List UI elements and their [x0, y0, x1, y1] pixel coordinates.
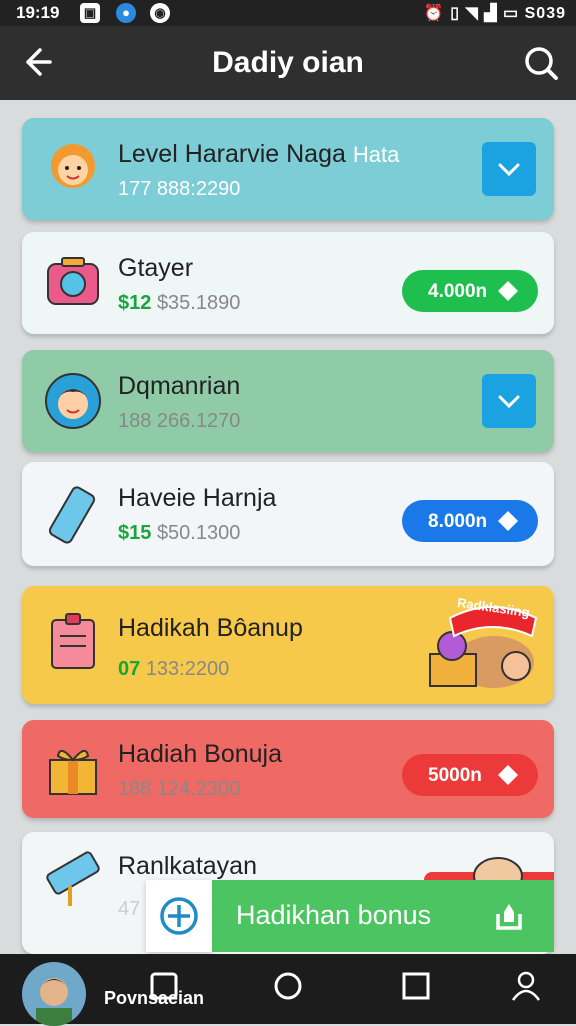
item-title: Haveie Harnja [118, 484, 277, 512]
chevron-down-icon [498, 395, 520, 409]
item-subtitle-green: $12 [118, 292, 152, 314]
notepad-icon [51, 613, 95, 669]
list-item[interactable]: Hadikah Bôanup 07 133:2200 Radklasiing [22, 586, 554, 704]
status-right-text: S039 [524, 5, 566, 22]
claim-button-label: 5000n [428, 765, 482, 786]
claim-button[interactable]: 8.000n [402, 500, 538, 542]
check-button[interactable] [482, 374, 536, 428]
profile-nav-icon[interactable] [508, 968, 544, 1004]
share-icon [496, 904, 522, 930]
item-subtitle: 133:2200 [145, 658, 230, 680]
list-item[interactable]: Haveie Harnja $15 $50.1300 8.000n [22, 462, 554, 566]
man-avatar-icon [36, 978, 72, 1026]
bonus-button-label: Hadikhan bonus [236, 900, 432, 930]
chevron-down-icon [498, 163, 520, 177]
check-button[interactable] [482, 142, 536, 196]
ticket-icon [46, 851, 100, 906]
item-title: Level Hararvie Naga [118, 140, 346, 168]
eye-icon: ◉ [150, 3, 170, 23]
claim-button-label: 4.000n [428, 281, 488, 302]
item-title: Hadiah Bonuja [118, 740, 283, 768]
signal-icon: ▟ [484, 5, 498, 22]
alarm-icon: ⏰ [423, 5, 445, 22]
claim-button-label: 8.000n [428, 511, 488, 532]
item-subtitle-green: 07 [118, 658, 141, 680]
item-title: Dqmanrian [118, 372, 241, 400]
bonus-button[interactable]: Hadikhan bonus [212, 880, 554, 952]
diamond-icon [498, 281, 518, 301]
diamond-icon [498, 765, 518, 785]
recents-nav-icon[interactable] [398, 968, 434, 1004]
floating-action-bar: Hadikhan bonus [146, 880, 554, 952]
list-item[interactable]: Hadiah Bonuja 188 124.2300 5000n [22, 720, 554, 818]
status-right-group: ⏰ ▯ ◥ ▟ ▭ S039 [424, 3, 566, 23]
page-title: Dadiy oian [212, 46, 364, 79]
item-title: Gtayer [118, 254, 194, 282]
status-bar: 19:19 ▣ ● ◉ ⏰ ▯ ◥ ▟ ▭ S039 [0, 0, 576, 26]
user-avatar[interactable] [22, 962, 86, 1026]
bottom-nav: Povnsaeian [0, 954, 576, 1026]
woman-avatar-icon [45, 373, 101, 429]
status-time: 19:19 [16, 3, 60, 22]
claim-button[interactable]: 4.000n [402, 270, 538, 312]
gift-box-icon [49, 749, 97, 795]
item-subtitle-green: $15 [118, 522, 152, 544]
item-subtitle: 188 124.2300 [118, 778, 241, 800]
plus-circle-icon [160, 897, 198, 935]
drop-icon: ● [116, 3, 136, 23]
back-nav-icon[interactable] [146, 968, 182, 1004]
gallery-icon: ▣ [80, 3, 100, 23]
item-title: Hadikah Bôanup [118, 614, 303, 642]
item-subtitle: 177 888:2290 [118, 178, 241, 200]
wifi-icon: ◥ [465, 5, 479, 22]
battery-icon: ▭ [503, 5, 520, 22]
list-item[interactable]: Gtayer $12 $35.1890 4.000n [22, 232, 554, 334]
camera-icon [47, 257, 99, 305]
item-tag: Hata [352, 142, 400, 167]
home-nav-icon[interactable] [270, 968, 306, 1004]
vibrate-icon: ▯ [450, 5, 461, 22]
phone-icon [48, 486, 96, 544]
diamond-icon [498, 511, 518, 531]
item-subtitle: 188 266.1270 [118, 410, 241, 432]
list-item[interactable]: Level Hararvie Naga Hata 177 888:2290 [22, 118, 554, 220]
add-button[interactable] [146, 880, 212, 952]
item-title: Ranlkatayan [118, 852, 257, 880]
list-item[interactable]: Dqmanrian 188 266.1270 [22, 350, 554, 452]
search-icon[interactable] [522, 44, 560, 82]
item-subtitle: 47 [118, 898, 141, 920]
girl-avatar-icon [51, 144, 95, 188]
claim-button[interactable]: 5000n [402, 754, 538, 796]
item-subtitle: $35.1890 [156, 292, 241, 314]
item-subtitle: $50.1300 [156, 522, 241, 544]
app-bar: Dadiy oian [0, 26, 576, 100]
